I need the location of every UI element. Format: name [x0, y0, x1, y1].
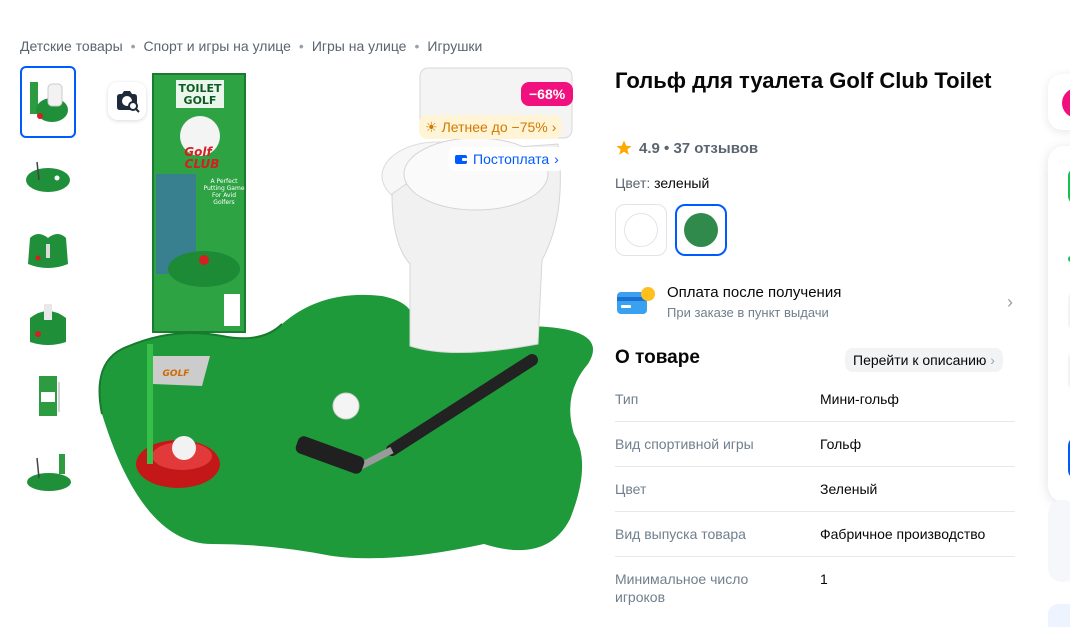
- spec-row: Вид выпуска товара Фабричное производств…: [615, 512, 1015, 557]
- box-logo-line-2: CLUB: [185, 157, 220, 171]
- summer-sale-label: Летнее до −75%: [441, 119, 548, 135]
- spec-value: Мини-гольф: [820, 391, 899, 407]
- side-info-card: [1048, 500, 1070, 582]
- thumbnail-2[interactable]: [20, 140, 76, 212]
- color-selector-label: Цвет: зеленый: [615, 175, 709, 191]
- payment-after-delivery[interactable]: Оплата после получения При заказе в пунк…: [615, 280, 1015, 324]
- thumbnail-6[interactable]: [20, 436, 76, 508]
- product-photo: TOILET GOLF Golf CLUB A Perfect Putting …: [98, 67, 594, 559]
- color-dot: [684, 213, 718, 247]
- thumbnail-1[interactable]: [20, 66, 76, 138]
- postpay-label: Постоплата: [473, 151, 550, 167]
- breadcrumb-item[interactable]: Игры на улице: [312, 38, 407, 54]
- specs-table: Тип Мини-гольф Вид спортивной игры Гольф…: [615, 377, 1015, 617]
- breadcrumb-item[interactable]: Игрушки: [427, 38, 482, 54]
- spec-row: Вид спортивной игры Гольф: [615, 422, 1015, 467]
- spec-key: Цвет: [615, 481, 647, 497]
- breadcrumb-item[interactable]: Детские товары: [20, 38, 123, 54]
- thumbnail-5[interactable]: [20, 362, 76, 434]
- side-avatar-icon: [1062, 88, 1070, 118]
- product-title: Гольф для туалета Golf Club Toilet: [615, 68, 992, 93]
- sun-icon: ☀: [425, 119, 438, 135]
- spec-value: Гольф: [820, 436, 862, 452]
- breadcrumb-item[interactable]: Спорт и игры на улице: [144, 38, 291, 54]
- spec-value: 1: [820, 571, 828, 587]
- thumbnail-list: [20, 66, 76, 510]
- purchase-panel: [1048, 146, 1070, 502]
- spec-key: Вид спортивной игры: [615, 436, 754, 452]
- wallet-icon: [455, 155, 467, 164]
- spec-value: Фабричное производство: [820, 526, 986, 542]
- camera-search-icon: [117, 91, 140, 113]
- summer-sale-badge[interactable]: ☀ Летнее до −75% ›: [419, 115, 563, 139]
- thumbnail-image: [28, 234, 68, 268]
- chevron-right-icon: ›: [551, 119, 557, 135]
- breadcrumb-separator: •: [130, 38, 136, 54]
- thumbnail-image: [30, 304, 66, 345]
- color-value: зеленый: [654, 175, 710, 191]
- thumbnail-image: [39, 376, 60, 416]
- spec-row: Минимальное число игроков 1: [615, 557, 1015, 617]
- spec-key: Минимальное число игроков: [615, 571, 749, 605]
- color-dot: [624, 213, 658, 247]
- go-to-description-label: Перейти к описанию: [853, 352, 987, 368]
- side-action-card[interactable]: [1048, 74, 1070, 130]
- thumbnail-3[interactable]: [20, 214, 76, 286]
- go-to-description-button[interactable]: Перейти к описанию ›: [845, 348, 1003, 372]
- breadcrumb-separator: •: [298, 38, 304, 54]
- thumbnail-image: [27, 454, 71, 491]
- search-by-photo-button[interactable]: [108, 82, 146, 120]
- credit-card-icon: [617, 287, 655, 314]
- star-icon: [616, 140, 632, 155]
- color-swatch-white[interactable]: [615, 204, 667, 256]
- spec-key: Вид выпуска товара: [615, 526, 746, 542]
- color-label: Цвет:: [615, 175, 651, 191]
- color-swatch-green[interactable]: [675, 204, 727, 256]
- discount-badge: −68%: [521, 82, 574, 106]
- payment-subtitle: При заказе в пункт выдачи: [667, 305, 829, 320]
- box-title-line-2: GOLF: [184, 94, 217, 107]
- spec-row: Тип Мини-гольф: [615, 377, 1015, 422]
- chevron-right-icon: ›: [1007, 292, 1013, 312]
- box-caption: A Perfect Putting Game For Avid Golfers: [203, 178, 245, 206]
- product-rating[interactable]: 4.9 • 37 отзывов: [615, 139, 758, 157]
- svg-text:GOLF: GOLF: [163, 369, 191, 379]
- product-main-image[interactable]: TOILET GOLF Golf CLUB A Perfect Putting …: [92, 64, 604, 574]
- breadcrumb-separator: •: [414, 38, 420, 54]
- postpay-badge[interactable]: Постоплата ›: [448, 147, 565, 171]
- spec-value: Зеленый: [820, 481, 878, 497]
- chevron-right-icon: ›: [990, 352, 995, 368]
- spec-key: Тип: [615, 391, 639, 407]
- rating-text: 4.9 • 37 отзывов: [639, 139, 759, 157]
- chevron-right-icon: ›: [554, 151, 559, 167]
- thumbnail-4[interactable]: [20, 288, 76, 360]
- about-heading: О товаре: [615, 347, 700, 368]
- payment-title: Оплата после получения: [667, 284, 842, 301]
- thumbnail-image: [26, 161, 70, 192]
- spec-row: Цвет Зеленый: [615, 467, 1015, 512]
- side-info-card: [1048, 604, 1070, 627]
- thumbnail-image: [30, 82, 68, 122]
- breadcrumb: Детские товары • Спорт и игры на улице •…: [20, 38, 482, 54]
